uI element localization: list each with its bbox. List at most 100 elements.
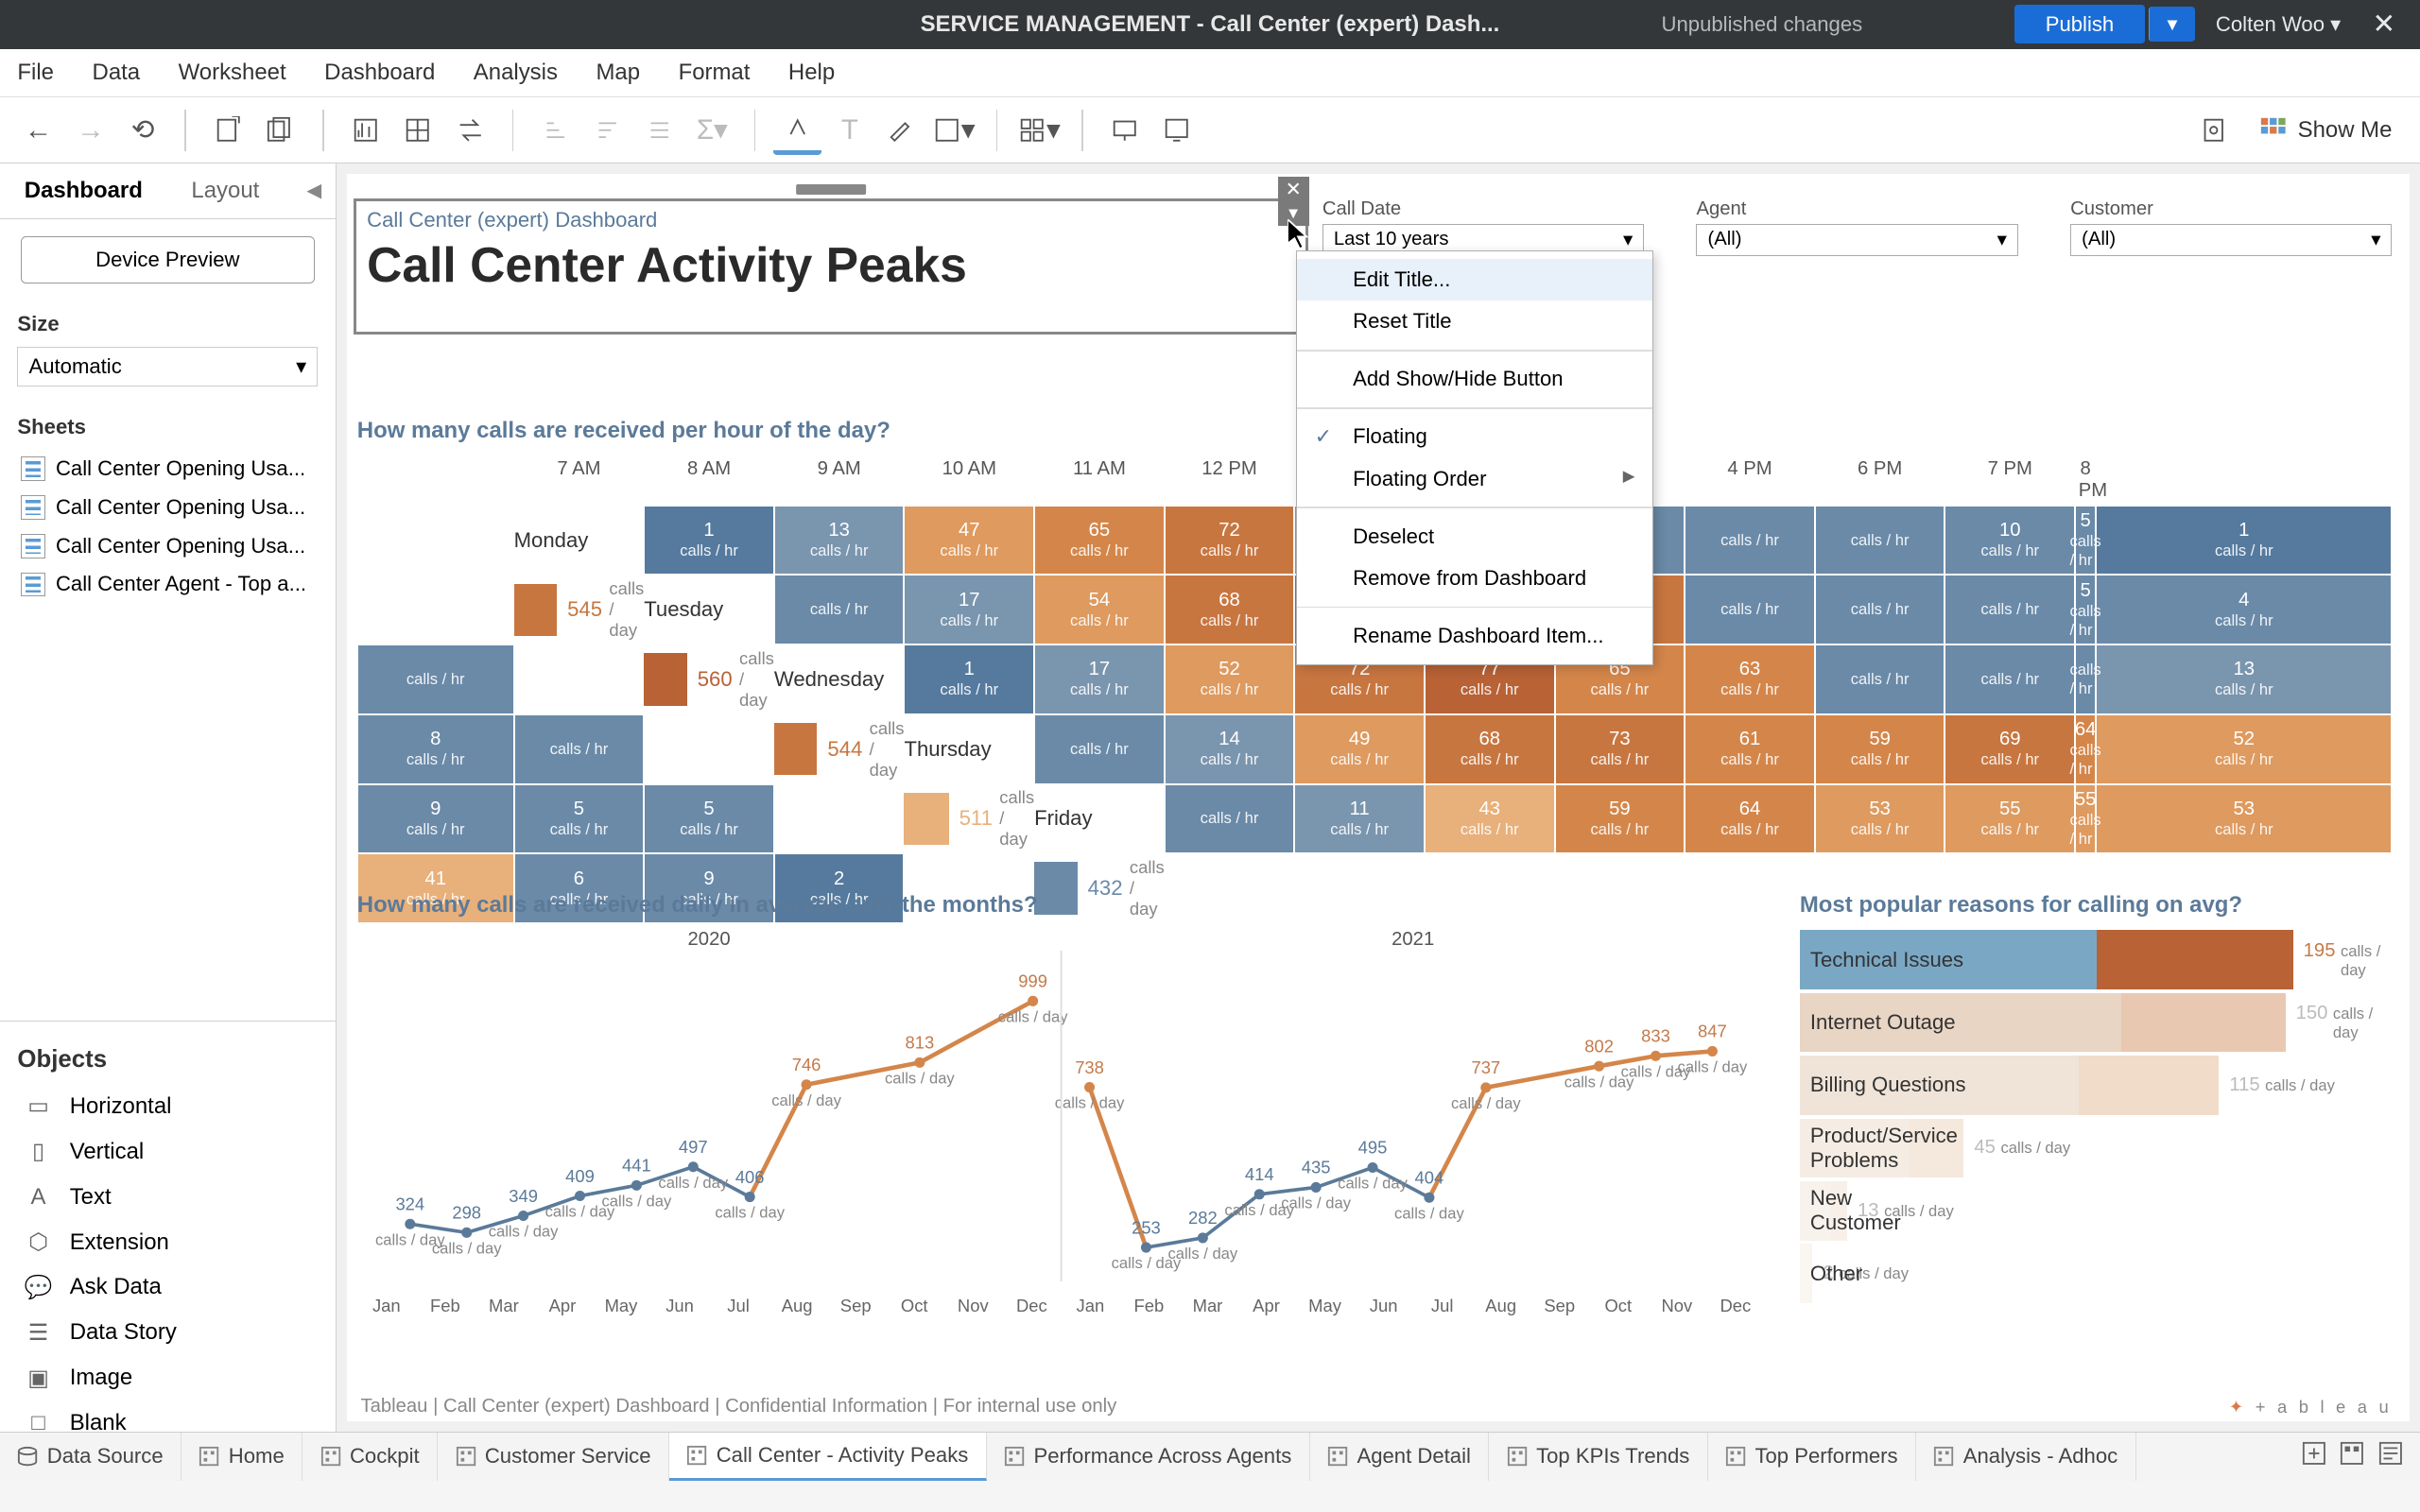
undo-icon[interactable]: ← — [14, 106, 63, 155]
sheet-tab[interactable]: Top KPIs Trends — [1489, 1433, 1707, 1481]
sheet-item[interactable]: Call Center Agent - Top a... — [7, 565, 328, 604]
menu-reset-title[interactable]: Reset Title — [1297, 301, 1652, 342]
heatmap-cell[interactable]: 1calls / hr — [644, 506, 774, 576]
revert-icon[interactable]: ⟲ — [118, 106, 167, 155]
object-vertical[interactable]: ▯Vertical — [0, 1129, 336, 1175]
heatmap-cell[interactable]: calls / hr — [1815, 506, 1945, 576]
size-selector[interactable]: Automatic▾ — [17, 347, 318, 387]
heatmap-cell[interactable]: 68calls / hr — [1425, 714, 1555, 784]
heatmap-day-bar[interactable]: 560calls / day — [644, 644, 774, 714]
heatmap-cell[interactable]: 5calls / hr — [514, 784, 645, 854]
heatmap-day-bar[interactable]: 511calls / day — [904, 784, 1034, 854]
menu-dashboard[interactable]: Dashboard — [324, 60, 435, 86]
menu-add-showhide[interactable]: Add Show/Hide Button — [1297, 358, 1652, 400]
heatmap-cell[interactable]: calls / hr — [2075, 644, 2096, 714]
sheet-item[interactable]: Call Center Opening Usa... — [7, 489, 328, 527]
dashboard-canvas[interactable]: ✕ ▼ Call Center (expert) Dashboard Call … — [337, 163, 2420, 1432]
heatmap-cell[interactable]: calls / hr — [1685, 506, 1815, 576]
highlight-icon[interactable] — [773, 106, 822, 155]
menu-format[interactable]: Format — [679, 60, 751, 86]
borders-icon[interactable]: ▾ — [930, 106, 979, 155]
show-me-button[interactable]: Show Me — [2245, 110, 2406, 151]
annotate-icon[interactable] — [877, 106, 926, 155]
duplicate-icon[interactable] — [256, 106, 305, 155]
heatmap-day-bar[interactable]: 545calls / day — [514, 575, 645, 644]
heatmap-cell[interactable]: calls / hr — [1685, 575, 1815, 644]
filter-customer-select[interactable]: (All)▾ — [2070, 224, 2392, 256]
heatmap-cell[interactable]: 47calls / hr — [904, 506, 1034, 576]
reason-row[interactable]: Product/Service Problems 45calls / day — [1800, 1117, 2393, 1179]
heatmap-cell[interactable]: calls / hr — [774, 575, 905, 644]
heatmap-cell[interactable]: 5calls / hr — [644, 784, 774, 854]
heatmap-cell[interactable]: 4calls / hr — [2096, 575, 2392, 644]
publish-button[interactable]: Publish — [2014, 5, 2146, 43]
sheet-tab[interactable]: Home — [182, 1433, 302, 1481]
menu-worksheet[interactable]: Worksheet — [179, 60, 286, 86]
heatmap-cell[interactable]: calls / hr — [514, 714, 645, 784]
remove-object-icon[interactable]: ✕ — [1278, 177, 1309, 201]
fit-icon[interactable]: ▾ — [1015, 106, 1064, 155]
heatmap-cell[interactable]: 63calls / hr — [1685, 644, 1815, 714]
sheet-tab[interactable]: Agent Detail — [1310, 1433, 1490, 1481]
heatmap-cell[interactable]: 43calls / hr — [1425, 784, 1555, 854]
new-story-tab-icon[interactable] — [2378, 1441, 2403, 1471]
heatmap-cell[interactable]: calls / hr — [1945, 575, 2075, 644]
heatmap-cell[interactable]: 8calls / hr — [357, 714, 514, 784]
guide-icon[interactable] — [2189, 106, 2238, 155]
heatmap-cell[interactable]: 9calls / hr — [357, 784, 514, 854]
close-icon[interactable]: ✕ — [2361, 8, 2406, 41]
heatmap-cell[interactable]: 49calls / hr — [1294, 714, 1425, 784]
heatmap-cell[interactable]: 59calls / hr — [1815, 714, 1945, 784]
clear-icon[interactable] — [393, 106, 442, 155]
heatmap-cell[interactable]: 53calls / hr — [2096, 784, 2392, 854]
heatmap-cell[interactable]: calls / hr — [1815, 644, 1945, 714]
filter-agent-select[interactable]: (All)▾ — [1696, 224, 2017, 256]
reason-row[interactable]: Internet Outage 150calls / day — [1800, 991, 2393, 1054]
heatmap-cell[interactable]: 53calls / hr — [1815, 784, 1945, 854]
heatmap-cell[interactable]: 72calls / hr — [1165, 506, 1295, 576]
menu-rename[interactable]: Rename Dashboard Item... — [1297, 615, 1652, 657]
heatmap-cell[interactable]: 55calls / hr — [1945, 784, 2075, 854]
object-text[interactable]: AText — [0, 1175, 336, 1220]
object-extension[interactable]: ⬡Extension — [0, 1220, 336, 1265]
dashboard-title-object[interactable]: ✕ ▼ Call Center (expert) Dashboard Call … — [354, 198, 1308, 335]
reason-row[interactable]: Technical Issues 195calls / day — [1800, 929, 2393, 991]
reason-row[interactable]: Billing Questions 115calls / day — [1800, 1054, 2393, 1116]
redo-icon[interactable]: → — [66, 106, 115, 155]
heatmap-cell[interactable]: 55calls / hr — [2075, 784, 2096, 854]
new-worksheet-icon[interactable] — [204, 106, 253, 155]
object-askdata[interactable]: 💬Ask Data — [0, 1264, 336, 1310]
heatmap-cell[interactable]: 54calls / hr — [1034, 575, 1165, 644]
heatmap-cell[interactable]: 1calls / hr — [2096, 506, 2392, 576]
heatmap-cell[interactable]: 68calls / hr — [1165, 575, 1295, 644]
sheet-item[interactable]: Call Center Opening Usa... — [7, 526, 328, 565]
heatmap-cell[interactable]: 52calls / hr — [1165, 644, 1295, 714]
menu-remove[interactable]: Remove from Dashboard — [1297, 558, 1652, 599]
menu-data[interactable]: Data — [93, 60, 141, 86]
collapse-sidebar-icon[interactable]: ◀ — [293, 172, 336, 210]
heatmap-cell[interactable]: 10calls / hr — [1945, 506, 2075, 576]
menu-floating[interactable]: ✓Floating — [1297, 416, 1652, 457]
heatmap-cell[interactable]: calls / hr — [357, 644, 514, 714]
menu-edit-title[interactable]: Edit Title... — [1297, 259, 1652, 301]
new-dashboard-tab-icon[interactable] — [2340, 1441, 2364, 1471]
heatmap-cell[interactable]: 5calls / hr — [2075, 575, 2096, 644]
heatmap-day-bar[interactable]: 544calls / day — [774, 714, 905, 784]
heatmap-cell[interactable]: 64calls / hr — [2075, 714, 2096, 784]
reason-row[interactable]: Other 2calls / day — [1800, 1242, 2393, 1304]
sheet-tab[interactable]: Call Center - Activity Peaks — [669, 1433, 987, 1481]
heatmap-cell[interactable]: 61calls / hr — [1685, 714, 1815, 784]
sheet-tab[interactable]: Performance Across Agents — [987, 1433, 1310, 1481]
presentation-icon[interactable] — [1100, 106, 1150, 155]
heatmap-cell[interactable]: 52calls / hr — [2096, 714, 2392, 784]
reason-row[interactable]: New Customer 13calls / day — [1800, 1179, 2393, 1242]
new-worksheet-tab-icon[interactable] — [2302, 1441, 2326, 1471]
publish-dropdown[interactable]: ▼ — [2149, 7, 2195, 42]
heatmap-cell[interactable]: 13calls / hr — [774, 506, 905, 576]
tab-data-source[interactable]: Data Source — [0, 1433, 182, 1481]
heatmap-cell[interactable]: 13calls / hr — [2096, 644, 2392, 714]
heatmap-cell[interactable]: 11calls / hr — [1294, 784, 1425, 854]
tab-layout[interactable]: Layout — [167, 163, 284, 217]
menu-file[interactable]: File — [17, 60, 54, 86]
heatmap-cell[interactable]: 69calls / hr — [1945, 714, 2075, 784]
